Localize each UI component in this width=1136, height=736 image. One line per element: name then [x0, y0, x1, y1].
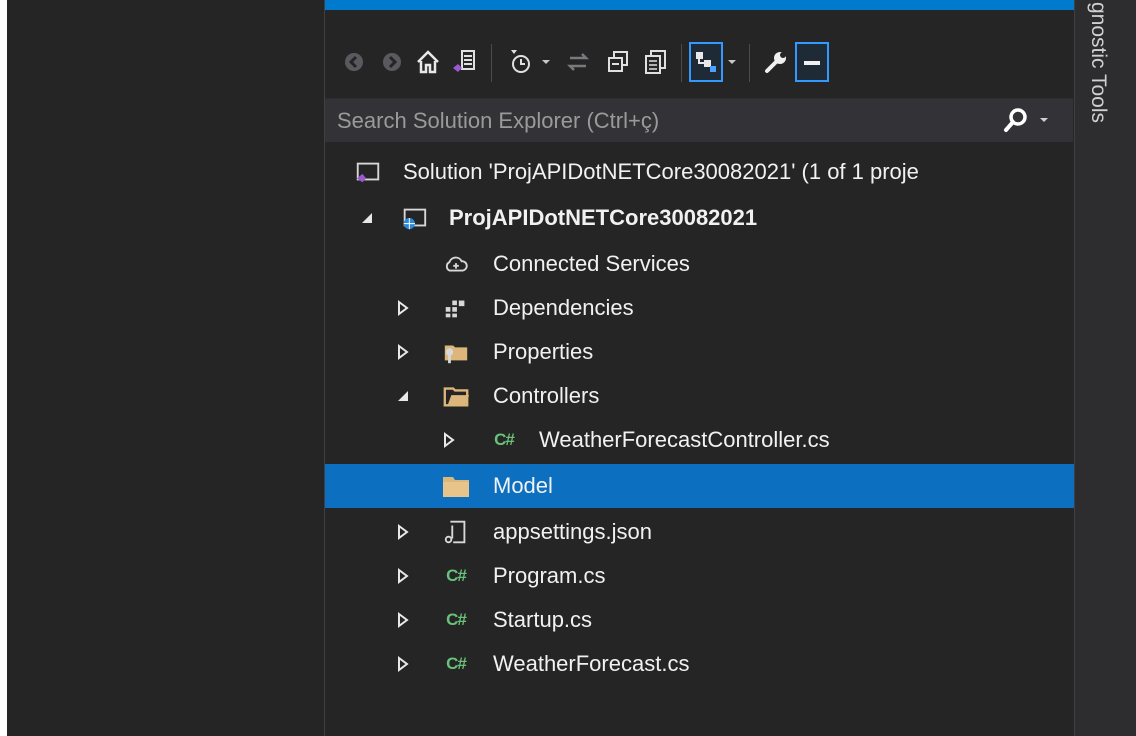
tree-item-controller-file[interactable]: C# WeatherForecastController.cs	[325, 418, 1075, 462]
tree-item-project[interactable]: ProjAPIDotNETCore30082021	[325, 196, 1075, 240]
csharp-file-icon: C#	[446, 566, 467, 585]
minus-box-icon	[804, 61, 820, 65]
back-button[interactable]	[337, 42, 371, 82]
tree-item-label: Solution 'ProjAPIDotNETCore30082021' (1 …	[403, 159, 919, 184]
sync-arrows-icon	[566, 53, 590, 71]
collapsed-arrow-icon[interactable]	[395, 344, 411, 360]
search-icon[interactable]	[1001, 105, 1033, 137]
tree-item-appsettings[interactable]: appsettings.json	[325, 510, 1075, 554]
forward-arrow-icon	[383, 53, 401, 71]
toolbar-separator	[491, 44, 492, 82]
collapse-all-icon	[608, 51, 628, 72]
tree-item-label: Program.cs	[493, 563, 606, 588]
expanded-arrow-icon[interactable]	[359, 210, 375, 226]
solution-explorer-toolbar	[325, 36, 1075, 96]
toolbar-separator	[749, 44, 750, 82]
tree-item-solution[interactable]: Solution 'ProjAPIDotNETCore30082021' (1 …	[325, 150, 1075, 194]
preview-toggle-button[interactable]	[795, 42, 829, 82]
chevron-down-icon	[728, 60, 736, 64]
collapsed-arrow-icon[interactable]	[395, 612, 411, 628]
chevron-down-icon	[542, 60, 550, 64]
tree-view-icon	[696, 52, 716, 72]
tree-item-label: Model	[493, 473, 553, 498]
tree-item-model[interactable]: Model	[325, 464, 1075, 508]
csharp-file-icon: C#	[446, 654, 467, 673]
tree-item-label: WeatherForecast.cs	[493, 651, 690, 676]
search-input[interactable]	[325, 99, 985, 143]
tree-item-label: Connected Services	[493, 251, 690, 276]
search-box	[325, 98, 1073, 143]
tree-item-properties[interactable]: Properties	[325, 330, 1075, 374]
vs-switch-views-icon	[453, 50, 475, 72]
tree-item-label: appsettings.json	[493, 519, 652, 544]
folder-open-icon	[441, 381, 471, 411]
pending-changes-filter-button[interactable]	[503, 42, 537, 82]
tree-item-label: ProjAPIDotNETCore30082021	[449, 205, 758, 230]
left-editor-area	[7, 0, 324, 736]
collapsed-arrow-icon[interactable]	[441, 432, 457, 448]
properties-folder-icon	[441, 337, 471, 367]
switch-views-button[interactable]	[447, 42, 481, 82]
json-file-icon	[441, 517, 471, 547]
show-all-files-icon	[645, 50, 666, 74]
tree-item-label: Dependencies	[493, 295, 634, 320]
forward-button[interactable]	[375, 42, 409, 82]
sync-active-document-button[interactable]	[561, 42, 595, 82]
collapse-all-button[interactable]	[601, 42, 635, 82]
solution-icon	[353, 157, 383, 187]
collapsed-arrow-icon[interactable]	[395, 524, 411, 540]
tree-item-program[interactable]: C# Program.cs	[325, 554, 1075, 598]
dependencies-icon	[441, 293, 471, 323]
tree-item-controllers[interactable]: Controllers	[325, 374, 1075, 418]
collapsed-arrow-icon[interactable]	[395, 656, 411, 672]
collapsed-arrow-icon[interactable]	[395, 568, 411, 584]
panel-title-bar	[325, 0, 1075, 10]
tree-item-dependencies[interactable]: Dependencies	[325, 286, 1075, 330]
tree-item-label: Startup.cs	[493, 607, 593, 632]
pending-changes-dropdown[interactable]	[539, 42, 553, 82]
preview-selected-dropdown[interactable]	[725, 42, 739, 82]
diagnostic-tools-tab[interactable]: gnostic Tools	[1080, 2, 1116, 202]
back-arrow-icon	[345, 53, 363, 71]
collapsed-arrow-icon[interactable]	[395, 300, 411, 316]
tree-item-label: Controllers	[493, 383, 600, 408]
diagnostic-tools-tab-label: gnostic Tools	[1087, 2, 1110, 124]
wrench-icon	[765, 52, 786, 73]
tree-item-connected-services[interactable]: Connected Services	[325, 242, 1075, 286]
folder-icon	[441, 471, 471, 501]
solution-explorer-panel: Solution 'ProjAPIDotNETCore30082021' (1 …	[324, 0, 1075, 736]
expanded-arrow-icon[interactable]	[395, 388, 411, 404]
toolbar-separator	[681, 44, 682, 82]
clock-filter-icon	[511, 50, 530, 73]
web-project-icon	[399, 203, 429, 233]
home-button[interactable]	[411, 42, 445, 82]
preview-selected-button[interactable]	[689, 42, 723, 82]
properties-button[interactable]	[759, 42, 793, 82]
cloud-services-icon	[441, 249, 471, 279]
csharp-file-icon: C#	[494, 430, 515, 449]
search-options-dropdown-icon[interactable]	[1037, 113, 1051, 127]
tree-item-label: Properties	[493, 339, 594, 364]
tree-item-startup[interactable]: C# Startup.cs	[325, 598, 1075, 642]
tree-item-weather-forecast[interactable]: C# WeatherForecast.cs	[325, 642, 1075, 686]
show-all-files-button[interactable]	[639, 42, 673, 82]
csharp-file-icon: C#	[446, 610, 467, 629]
tree-item-label: WeatherForecastController.cs	[539, 427, 830, 452]
home-icon	[417, 50, 439, 74]
